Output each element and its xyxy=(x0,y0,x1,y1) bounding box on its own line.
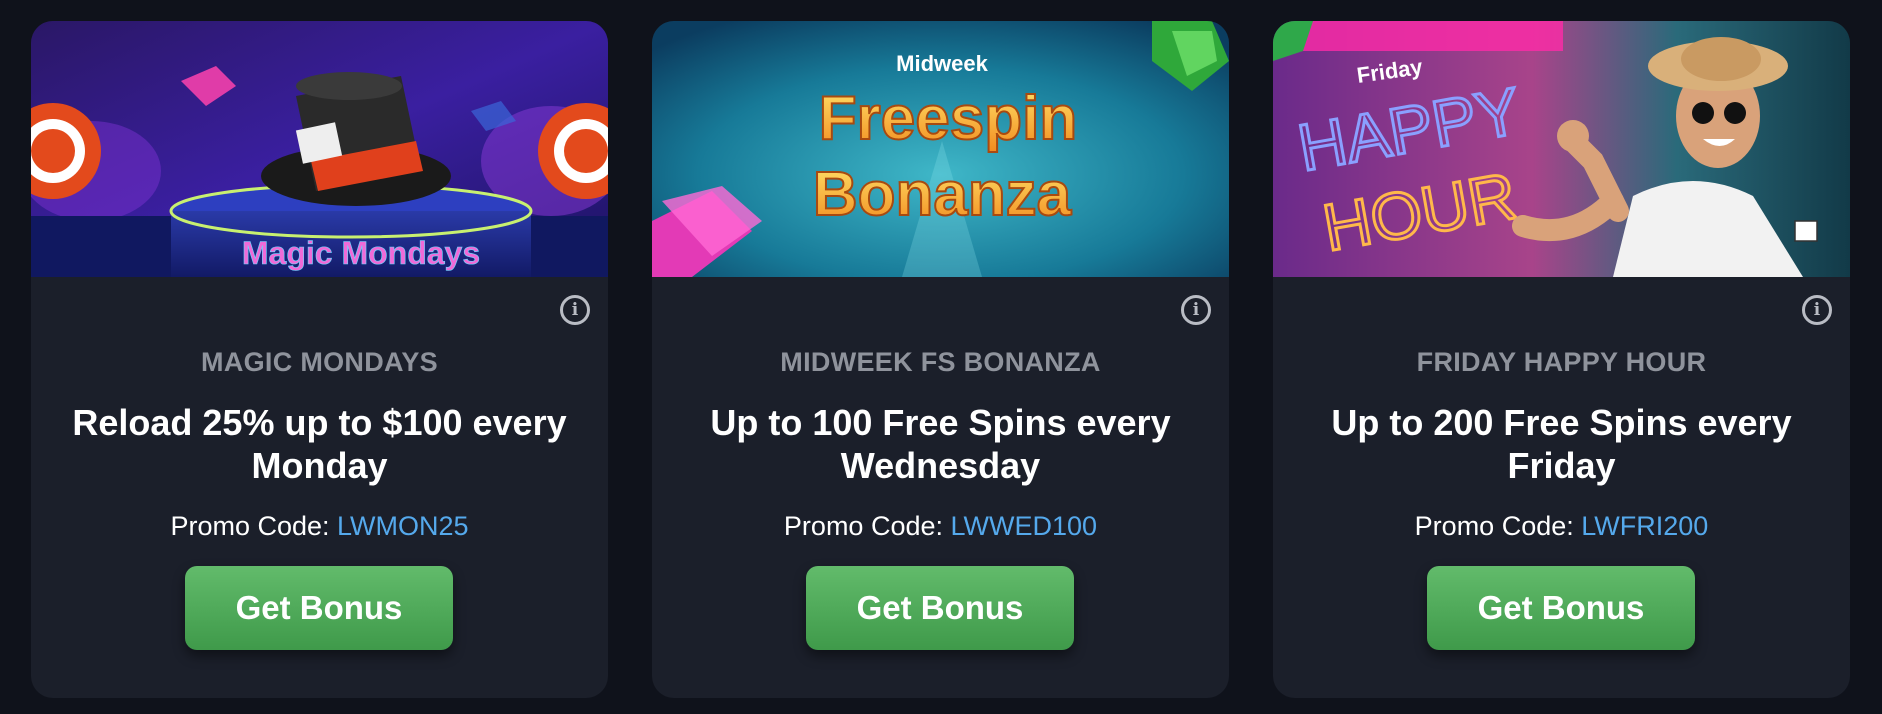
info-icon[interactable]: i xyxy=(560,295,590,325)
promo-card-friday-happy-hour: Friday HAPPY HOUR i FRIDAY HAPPY HOUR Up… xyxy=(1273,21,1850,698)
promo-code-value[interactable]: LWWED100 xyxy=(951,511,1098,541)
banner-line1: Freespin xyxy=(819,84,1077,153)
promo-code-line: Promo Code: LWFRI200 xyxy=(1273,511,1850,542)
promo-code-label: Promo Code: xyxy=(1414,511,1574,541)
banner-text: Magic Mondays xyxy=(242,235,480,271)
promo-card-magic-mondays: Magic Mondays i MAGIC MONDAYS Reload 25%… xyxy=(31,21,608,698)
get-bonus-button[interactable]: Get Bonus xyxy=(1427,566,1695,650)
promo-title: MAGIC MONDAYS xyxy=(201,347,438,377)
promo-code-value[interactable]: LWMON25 xyxy=(337,511,469,541)
magic-mondays-illustration: Magic Mondays xyxy=(31,21,608,277)
promo-card-midweek-fs-bonanza: Midweek Freespin Bonanza i MIDWEEK FS BO… xyxy=(652,21,1229,698)
info-icon[interactable]: i xyxy=(1181,295,1211,325)
promo-code-value[interactable]: LWFRI200 xyxy=(1581,511,1708,541)
info-icon[interactable]: i xyxy=(1802,295,1832,325)
banner-line2: Bonanza xyxy=(813,160,1072,229)
get-bonus-button[interactable]: Get Bonus xyxy=(806,566,1074,650)
promo-code-label: Promo Code: xyxy=(783,511,943,541)
promo-banner-magic-mondays[interactable]: Magic Mondays xyxy=(31,21,608,277)
promo-banner-friday[interactable]: Friday HAPPY HOUR xyxy=(1273,21,1850,277)
promo-title: MIDWEEK FS BONANZA xyxy=(780,347,1101,377)
promo-banner-midweek[interactable]: Midweek Freespin Bonanza xyxy=(652,21,1229,277)
promo-headline: Reload 25% up to $100 every Monday xyxy=(72,402,567,486)
promo-code-line: Promo Code: LWWED100 xyxy=(652,511,1229,542)
happy-hour-illustration: Friday HAPPY HOUR xyxy=(1273,21,1850,277)
get-bonus-button[interactable]: Get Bonus xyxy=(185,566,453,650)
promo-headline: Up to 100 Free Spins every Wednesday xyxy=(710,402,1171,486)
promo-title: FRIDAY HAPPY HOUR xyxy=(1416,347,1707,377)
freespin-bonanza-illustration: Midweek Freespin Bonanza xyxy=(652,21,1229,277)
promo-code-line: Promo Code: LWMON25 xyxy=(31,511,608,542)
promo-headline: Up to 200 Free Spins every Friday xyxy=(1331,402,1792,486)
promotions-row: Magic Mondays i MAGIC MONDAYS Reload 25%… xyxy=(31,21,1850,698)
promo-code-label: Promo Code: xyxy=(170,511,330,541)
banner-small-text: Midweek xyxy=(896,51,988,76)
